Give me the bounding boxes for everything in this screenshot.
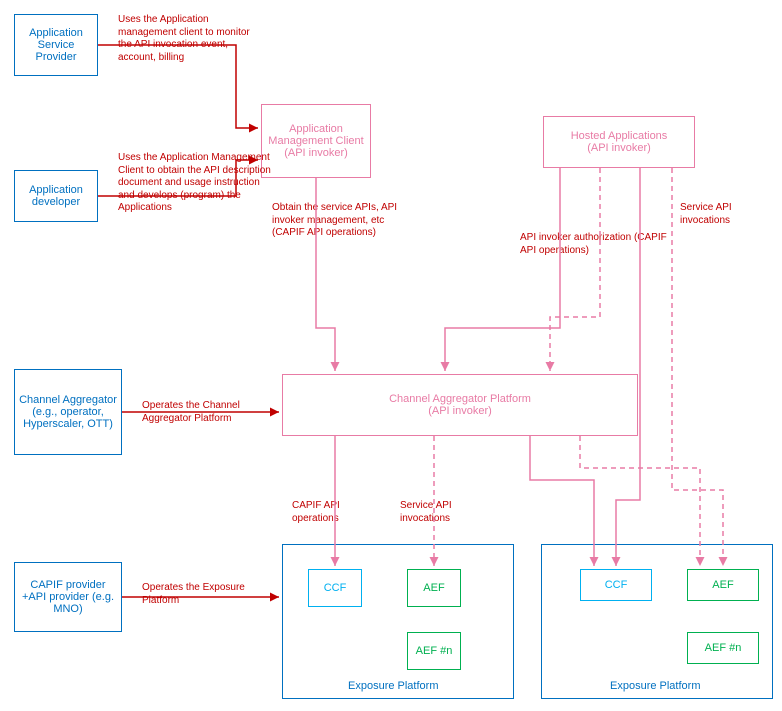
component-hosted: Hosted Applications (API invoker)	[543, 116, 695, 168]
aef-2-label: AEF	[692, 579, 754, 591]
aefn-2-label: AEF #n	[692, 642, 754, 654]
ccf-2: CCF	[580, 569, 652, 601]
aefn-1-label: AEF #n	[412, 645, 456, 657]
actor-capifp-label: CAPIF provider +API provider (e.g. MNO)	[19, 579, 117, 615]
actor-asp-label: Application Service Provider	[19, 27, 93, 63]
actor-ca: Channel Aggregator (e.g., operator, Hype…	[14, 369, 122, 455]
actor-asp: Application Service Provider	[14, 14, 98, 76]
aefn-1: AEF #n	[407, 632, 461, 670]
ccf-1-label: CCF	[313, 582, 357, 594]
label-cap-svc: Service API invocations	[400, 500, 480, 525]
ep1-label: Exposure Platform	[348, 680, 438, 692]
amc-title: Application Management Client	[266, 123, 366, 147]
label-adev-amc: Uses the Application Management Client t…	[118, 152, 274, 215]
label-amc-down: Obtain the service APIs, API invoker man…	[272, 202, 400, 240]
cap-title: Channel Aggregator Platform	[287, 393, 633, 405]
label-cap-capif: CAPIF API operations	[292, 500, 372, 525]
aef-2: AEF	[687, 569, 759, 601]
component-amc: Application Management Client (API invok…	[261, 104, 371, 178]
actor-ca-label: Channel Aggregator (e.g., operator, Hype…	[19, 394, 117, 430]
aefn-2: AEF #n	[687, 632, 759, 664]
actor-adev: Application developer	[14, 170, 98, 222]
ep2-label: Exposure Platform	[610, 680, 700, 692]
label-hosted-auth: API invoker authorization (CAPIF API ope…	[520, 232, 670, 257]
exposure-platform-2	[541, 544, 773, 699]
component-cap: Channel Aggregator Platform (API invoker…	[282, 374, 638, 436]
actor-adev-label: Application developer	[19, 184, 93, 208]
ccf-2-label: CCF	[585, 579, 647, 591]
hosted-title: Hosted Applications	[548, 130, 690, 142]
exposure-platform-1	[282, 544, 514, 699]
aef-1-label: AEF	[412, 582, 456, 594]
ccf-1: CCF	[308, 569, 362, 607]
aef-1: AEF	[407, 569, 461, 607]
cap-sub: (API invoker)	[287, 405, 633, 417]
label-ca-cap: Operates the Channel Aggregator Platform	[142, 400, 262, 425]
hosted-sub: (API invoker)	[548, 142, 690, 154]
amc-sub: (API invoker)	[266, 147, 366, 159]
label-asp-amc: Uses the Application management client t…	[118, 14, 250, 64]
actor-capifp: CAPIF provider +API provider (e.g. MNO)	[14, 562, 122, 632]
label-capifp-ep: Operates the Exposure Platform	[142, 582, 262, 607]
label-hosted-svc: Service API invocations	[680, 202, 760, 227]
